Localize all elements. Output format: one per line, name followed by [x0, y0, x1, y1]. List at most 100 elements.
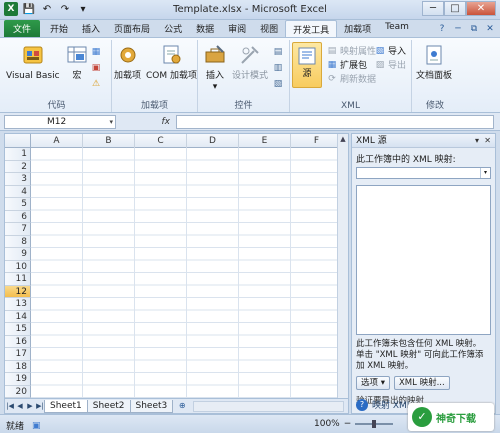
expansion-packs-button[interactable]: ▦ 扩展包 [326, 58, 367, 72]
column-header[interactable]: D [187, 134, 239, 148]
insert-sheet-icon[interactable]: ⊕ [175, 400, 189, 412]
tab-file[interactable]: 文件 [4, 20, 41, 37]
insert-control-button[interactable]: 插入 ▾ [202, 42, 228, 93]
column-header[interactable]: C [135, 134, 187, 148]
xml-map-select[interactable]: ▾ [356, 167, 491, 179]
name-box[interactable]: M12 ▾ [4, 115, 116, 129]
xml-map-dropdown-icon[interactable]: ▾ [480, 168, 490, 178]
status-left: 就绪 ▣ [6, 419, 41, 433]
row-header[interactable]: 2 [5, 160, 31, 173]
column-header[interactable]: A [31, 134, 83, 148]
group-code: Visual Basic 宏 ▦ ▣ ⚠ 代码 [2, 40, 112, 112]
map-properties-button[interactable]: ▤ 映射属性 [326, 44, 376, 58]
tab-addins[interactable]: 加载项 [337, 20, 378, 37]
row-header[interactable]: 8 [5, 235, 31, 248]
xml-map-tree[interactable] [356, 185, 491, 335]
column-header[interactable]: E [239, 134, 291, 148]
row-header[interactable]: 13 [5, 298, 31, 311]
row-header[interactable]: 19 [5, 373, 31, 386]
record-macro-button[interactable]: ▦ [90, 46, 102, 58]
row-header[interactable]: 5 [5, 198, 31, 211]
xml-help-link[interactable]: ? 映射 XML [356, 398, 412, 411]
addins-button[interactable]: 加载项 [114, 42, 141, 82]
relative-references-button[interactable]: ▣ [90, 62, 102, 74]
sheet-tab-sheet1[interactable]: Sheet1 [44, 399, 88, 413]
xml-pane-header: XML 源 ▾ ✕ [352, 134, 495, 148]
next-sheet-icon[interactable]: ▶ [25, 402, 35, 410]
row-header[interactable]: 14 [5, 310, 31, 323]
cell-area[interactable] [31, 148, 348, 398]
refresh-data-button[interactable]: ⟳ 刷新数据 [326, 72, 376, 86]
row-header[interactable]: 3 [5, 173, 31, 186]
minimize-button[interactable]: ─ [422, 1, 444, 16]
properties-button[interactable]: ▤ [272, 46, 284, 58]
prev-sheet-icon[interactable]: ◀ [15, 402, 25, 410]
row-header[interactable]: 15 [5, 323, 31, 336]
tab-team[interactable]: Team [378, 20, 416, 37]
insert-function-button[interactable]: fx [122, 115, 174, 129]
group-code-label: 代码 [47, 101, 66, 111]
column-header[interactable]: F [291, 134, 343, 148]
export-button[interactable]: ▨ 导出 [374, 58, 406, 72]
tab-view[interactable]: 视图 [253, 20, 285, 37]
tab-review[interactable]: 审阅 [221, 20, 253, 37]
worksheet-grid[interactable]: A B C D E F 1 2 3 4 5 6 7 8 9 10 11 12 1… [4, 133, 349, 399]
horizontal-scrollbar[interactable] [193, 400, 344, 412]
zoom-level[interactable]: 100% [314, 419, 340, 429]
column-header[interactable]: B [83, 134, 135, 148]
pane-close-icon[interactable]: ✕ [484, 134, 491, 148]
close-button[interactable]: ✕ [466, 1, 496, 16]
visual-basic-button[interactable]: Visual Basic [6, 42, 60, 82]
import-button[interactable]: ▧ 导入 [374, 44, 406, 58]
row-header-selected[interactable]: 12 [5, 285, 31, 298]
row-header[interactable]: 17 [5, 348, 31, 361]
workbook-restore-icon[interactable]: ⧉ [468, 23, 480, 35]
maximize-button[interactable]: □ [444, 1, 466, 16]
tab-insert[interactable]: 插入 [75, 20, 107, 37]
com-addins-button[interactable]: COM 加载项 [146, 42, 197, 82]
tab-data[interactable]: 数据 [189, 20, 221, 37]
select-all-corner[interactable] [5, 134, 31, 148]
options-button[interactable]: 选项 ▾ [356, 376, 390, 390]
row-header[interactable]: 11 [5, 273, 31, 286]
workbook-close-icon[interactable]: ✕ [484, 23, 496, 35]
row-header[interactable]: 18 [5, 360, 31, 373]
tab-home[interactable]: 开始 [43, 20, 75, 37]
tab-developer[interactable]: 开发工具 [285, 20, 338, 37]
scroll-up-icon[interactable]: ▲ [338, 134, 348, 145]
formula-input[interactable] [176, 115, 494, 129]
design-mode-button[interactable]: 设计模式 [232, 42, 268, 82]
xml-maps-button[interactable]: XML 映射... [393, 376, 450, 390]
xml-source-button[interactable]: 源 [292, 42, 322, 88]
tab-page-layout[interactable]: 页面布局 [107, 20, 157, 37]
help-icon[interactable]: ? [436, 23, 448, 35]
row-header[interactable]: 1 [5, 148, 31, 161]
run-dialog-button[interactable]: ▧ [272, 78, 284, 90]
row-header[interactable]: 7 [5, 223, 31, 236]
sheet-tab-sheet3[interactable]: Sheet3 [129, 399, 174, 413]
workbook-minimize-icon[interactable]: ─ [452, 23, 464, 35]
tab-formulas[interactable]: 公式 [157, 20, 189, 37]
document-panel-button[interactable]: 文档面板 [416, 42, 452, 82]
macro-record-status-icon[interactable]: ▣ [32, 421, 41, 431]
macro-security-button[interactable]: ⚠ [90, 78, 102, 90]
row-header[interactable]: 4 [5, 185, 31, 198]
run-dialog-icon: ▧ [273, 79, 283, 89]
design-mode-icon [237, 42, 263, 68]
row-header[interactable]: 16 [5, 335, 31, 348]
name-box-dropdown-icon[interactable]: ▾ [109, 116, 113, 128]
zoom-slider[interactable] [355, 420, 394, 428]
first-sheet-icon[interactable]: |◀ [5, 402, 15, 410]
row-header[interactable]: 6 [5, 210, 31, 223]
row-header[interactable]: 10 [5, 260, 31, 273]
vertical-scrollbar[interactable]: ▲ [337, 134, 348, 398]
zoom-out-icon[interactable]: − [344, 419, 352, 429]
zoom-slider-knob[interactable] [372, 420, 377, 428]
pane-options-icon[interactable]: ▾ [475, 134, 479, 148]
row-header[interactable]: 9 [5, 248, 31, 261]
view-code-button[interactable]: ▥ [272, 62, 284, 74]
macros-button[interactable]: 宏 [64, 42, 90, 82]
group-controls: 插入 ▾ 设计模式 ▤ ▥ ▧ 控件 [198, 40, 290, 112]
sheet-tab-sheet2[interactable]: Sheet2 [86, 399, 131, 413]
row-header[interactable]: 20 [5, 385, 31, 398]
